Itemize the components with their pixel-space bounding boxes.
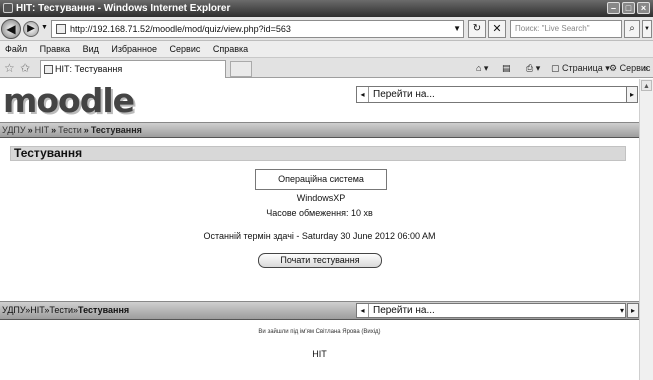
breadcrumb-udpu[interactable]: УДПУ	[2, 125, 26, 135]
jump-prev-icon[interactable]: ◂	[357, 304, 369, 317]
login-info[interactable]: Ви зайшли під ім'ям Світлана Ярова (Вихі…	[0, 329, 639, 335]
breadcrumb-nit[interactable]: НІТ	[35, 125, 50, 135]
scroll-up-icon[interactable]: ▲	[641, 80, 652, 91]
menu-favorites[interactable]: Избранное	[106, 41, 162, 58]
jump-next-icon[interactable]: ▸	[626, 86, 638, 103]
breadcrumb-nit[interactable]: НІТ	[30, 305, 44, 315]
moodle-logo[interactable]: moodle	[3, 81, 135, 121]
page-icon	[56, 24, 66, 34]
window-title: НІТ: Тестування - Windows Internet Explo…	[16, 3, 231, 14]
history-dropdown-icon[interactable]: ▼	[41, 24, 48, 31]
stop-button[interactable]: ✕	[488, 20, 506, 38]
menu-bar: Файл Правка Вид Избранное Сервис Справка	[0, 41, 653, 58]
tab-active[interactable]: НІТ: Тестування	[40, 60, 226, 78]
new-tab-button[interactable]	[230, 61, 252, 77]
breadcrumb-sep: »	[83, 125, 89, 135]
favorites-star-icon[interactable]: ☆	[4, 61, 15, 75]
page-title: Тестування	[10, 146, 626, 161]
menu-edit[interactable]: Правка	[35, 41, 75, 58]
breadcrumb-current: Тестування	[90, 125, 142, 135]
quiz-intro-box: Операційна система WindowsXP	[255, 169, 387, 203]
jump-prev-icon[interactable]: ◂	[357, 87, 369, 102]
breadcrumb: УДПУ» НІТ» Тести» Тестування	[0, 122, 639, 138]
url-text: http://192.168.71.52/moodle/mod/quiz/vie…	[70, 24, 291, 34]
jump-to-select[interactable]: ◂Перейти на... ▾	[356, 86, 636, 103]
menu-tools[interactable]: Сервис	[165, 41, 206, 58]
breadcrumb-sep: »	[27, 125, 33, 135]
close-button[interactable]: ×	[637, 2, 650, 14]
print-button[interactable]: ⎙ ▾	[526, 61, 540, 75]
menu-view[interactable]: Вид	[78, 41, 104, 58]
page-content: moodle ◂Перейти на... ▾ ▸ УДПУ»НІТ»Тести…	[0, 79, 639, 380]
home-button[interactable]: ⌂ ▾	[476, 61, 488, 75]
vertical-scrollbar[interactable]: ▲	[639, 79, 653, 380]
add-favorites-icon[interactable]: ✩	[20, 61, 30, 75]
minimize-button[interactable]: –	[607, 2, 620, 14]
tab-label: НІТ: Тестування	[55, 64, 123, 74]
footer-home-link[interactable]: НІТ	[0, 349, 639, 359]
window-titlebar: НІТ: Тестування - Windows Internet Explo…	[0, 0, 653, 17]
search-icon[interactable]: ⌕	[624, 20, 640, 38]
chevron-down-icon[interactable]: ▾	[620, 304, 624, 317]
url-dropdown-icon[interactable]: ▼	[453, 21, 461, 37]
chevron-more-icon[interactable]: »	[643, 61, 648, 75]
jump-to-label: Перейти на...	[373, 89, 435, 100]
search-options-icon[interactable]: ▼	[642, 20, 652, 38]
breadcrumb-tests[interactable]: Тести	[49, 305, 73, 315]
search-input[interactable]: Поиск: "Live Search"	[510, 20, 622, 38]
jump-to-label: Перейти на...	[373, 305, 435, 316]
close-date-text: Останній термін здачі - Saturday 30 June…	[203, 231, 436, 241]
time-limit-text: Часове обмеження: 10 хв	[266, 208, 373, 218]
maximize-button[interactable]: □	[622, 2, 635, 14]
address-toolbar: ◀ ▶ ▼ http://192.168.71.52/moodle/mod/qu…	[0, 17, 653, 41]
ie-icon	[3, 3, 13, 13]
tab-bar: ☆ ✩ НІТ: Тестування ⌂ ▾ ▤ ⎙ ▾ ▢ Страница…	[0, 58, 653, 87]
breadcrumb-current: Тестування	[78, 305, 130, 315]
tab-page-icon	[44, 65, 53, 74]
refresh-button[interactable]: ↻	[468, 20, 486, 38]
jump-to-select-bottom[interactable]: ◂ Перейти на... ▾	[356, 303, 626, 318]
back-button[interactable]: ◀	[1, 19, 21, 39]
menu-file[interactable]: Файл	[0, 41, 32, 58]
jump-next-icon[interactable]: ▸	[627, 303, 639, 318]
breadcrumb-udpu[interactable]: УДПУ	[2, 305, 25, 315]
start-attempt-button[interactable]: Почати тестування	[258, 253, 382, 268]
menu-help[interactable]: Справка	[208, 41, 253, 58]
forward-button[interactable]: ▶	[23, 21, 39, 37]
breadcrumb-sep: »	[51, 125, 57, 135]
page-menu-button[interactable]: ▢ Страница ▾	[551, 61, 610, 75]
address-input[interactable]: http://192.168.71.52/moodle/mod/quiz/vie…	[51, 20, 464, 38]
breadcrumb-tests[interactable]: Тести	[58, 125, 82, 135]
feeds-icon[interactable]: ▤	[502, 61, 511, 75]
